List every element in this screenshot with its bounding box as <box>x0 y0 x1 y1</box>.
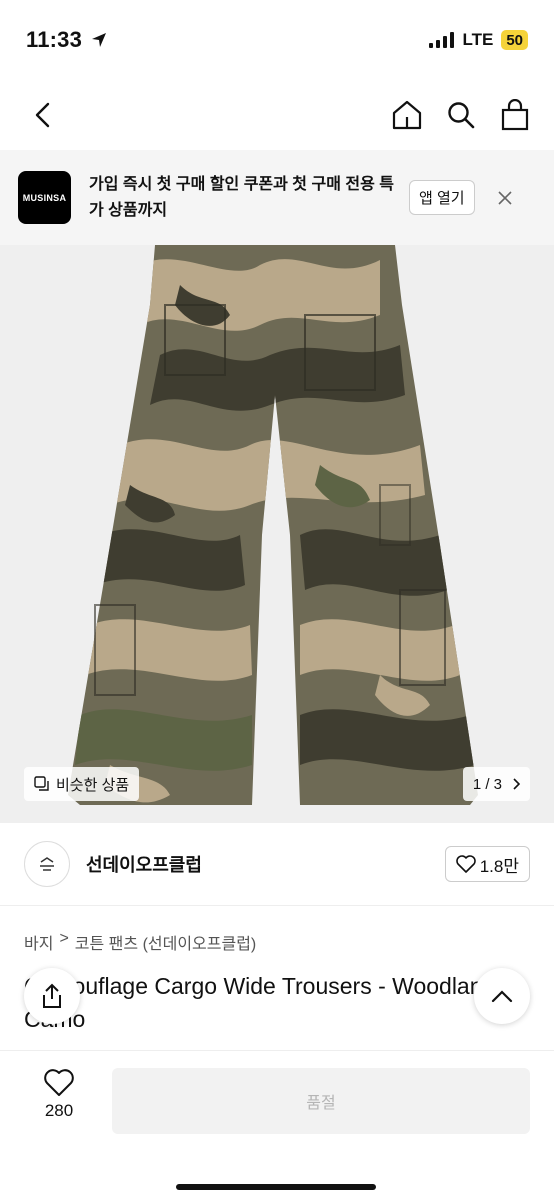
nav-bar <box>0 80 554 150</box>
breadcrumb: 바지 > 코튼 팬츠 (선데이오프클럽) <box>24 930 256 954</box>
back-button[interactable] <box>26 98 60 132</box>
status-indicators: LTE 50 <box>429 30 528 50</box>
bottom-action-bar: 280 품절 <box>0 1050 554 1200</box>
battery-badge: 50 <box>501 30 528 50</box>
status-bar: 11:33 LTE 50 <box>0 0 554 80</box>
image-counter[interactable]: 1 / 3 <box>462 767 530 801</box>
nav-actions <box>390 98 532 132</box>
share-icon <box>43 983 61 1008</box>
wishlist-count: 280 <box>44 1101 74 1120</box>
status-time: 11:33 <box>26 27 83 52</box>
breadcrumb-separator: > <box>59 930 69 947</box>
app-promo-banner: MUSINSA 가입 즉시 첫 구매 할인 쿠폰과 첫 구매 전용 특가 상품까… <box>0 150 554 245</box>
product-image-carousel[interactable]: 비슷한 상품 1 / 3 <box>0 245 554 823</box>
open-app-button[interactable]: 앱 열기 <box>409 180 475 215</box>
cart-button[interactable] <box>498 98 532 132</box>
brand-logo <box>24 841 70 887</box>
brand-name: 선데이오프클럽 <box>86 855 202 875</box>
home-button[interactable] <box>390 98 424 132</box>
shopping-bag-icon <box>501 99 529 131</box>
camo-cargo-pants-image <box>68 245 478 805</box>
brand-logo-mark <box>40 857 54 871</box>
chevron-up-icon <box>491 990 513 1003</box>
signal-icon <box>429 32 455 48</box>
breadcrumb-subcategory[interactable]: 코튼 팬츠 (선데이오프클럽) <box>75 930 256 954</box>
copy-icon <box>34 776 49 791</box>
chevron-right-icon <box>513 778 520 790</box>
home-icon <box>392 100 422 130</box>
search-icon <box>448 102 475 129</box>
home-indicator <box>176 1184 376 1190</box>
promo-message: 가입 즉시 첫 구매 할인 쿠폰과 첫 구매 전용 특가 상품까지 <box>89 175 394 219</box>
heart-icon <box>455 855 476 873</box>
brand-like-count: 1.8만 <box>479 856 519 876</box>
musinsa-logo: MUSINSA <box>18 171 71 224</box>
status-time-group: 11:33 <box>26 27 108 53</box>
location-arrow-icon <box>92 33 107 47</box>
share-button[interactable] <box>24 968 80 1024</box>
chevron-left-icon <box>35 102 50 128</box>
wishlist-button[interactable]: 280 <box>32 1069 86 1121</box>
sold-out-button[interactable]: 품절 <box>112 1068 530 1134</box>
image-counter-text: 1 / 3 <box>472 775 502 793</box>
search-button[interactable] <box>444 98 478 132</box>
brand-row[interactable]: 선데이오프클럽 1.8만 <box>0 823 554 906</box>
brand-like-button[interactable]: 1.8만 <box>444 846 530 882</box>
heart-outline-icon <box>44 1069 74 1096</box>
similar-products-label: 비슷한 상품 <box>56 776 130 794</box>
scroll-top-button[interactable] <box>474 968 530 1024</box>
close-icon <box>498 190 512 205</box>
close-promo-button[interactable] <box>495 188 515 208</box>
similar-products-button[interactable]: 비슷한 상품 <box>24 767 140 801</box>
breadcrumb-category[interactable]: 바지 <box>24 930 53 954</box>
product-title: Camouflage Cargo Wide Trousers - Woodlan… <box>24 973 496 1032</box>
network-type: LTE <box>462 30 494 49</box>
